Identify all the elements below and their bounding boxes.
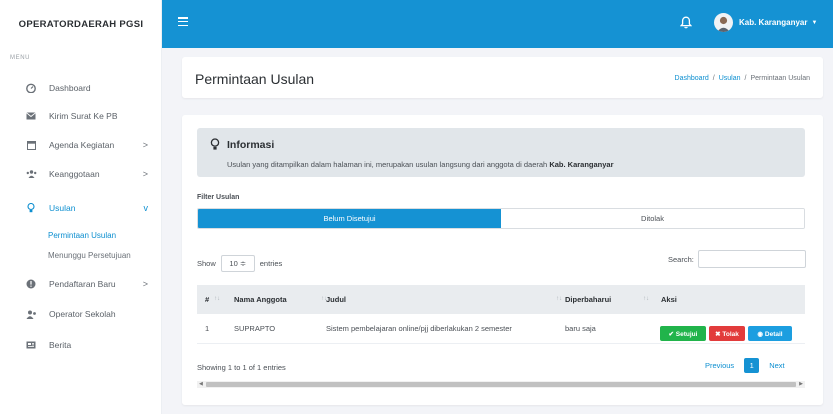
menu-label: MENU [10,55,31,61]
sidebar-item-label: Agenda Kegiatan [49,140,115,150]
table-search: Search: [668,250,806,268]
column-header-nama[interactable]: Nama Anggota [234,295,287,304]
sidebar-item-keanggotaan[interactable]: Keanggotaan > [0,164,162,184]
reject-button[interactable]: ✖ Tolak [709,326,745,341]
scroll-left-icon[interactable]: ◀ [199,381,203,387]
search-input[interactable] [697,250,806,268]
info-circle-icon [25,279,37,289]
chevron-right-icon: > [142,140,148,150]
search-label: Search: [668,254,694,264]
breadcrumb-separator: / [712,75,715,82]
sort-icon: ↑↓ [214,296,220,302]
cell-number: 1 [205,324,210,333]
sidebar-item-label: Dashboard [49,83,91,93]
calendar-icon [25,140,37,150]
lightbulb-icon [210,138,220,151]
user-group-icon [25,310,37,319]
topbar: Kab. Karanganyar ▼ [162,0,833,48]
breadcrumb-dashboard[interactable]: Dashboard [675,75,709,82]
sidebar-item-kirim-surat[interactable]: Kirim Surat Ke PB [0,106,162,126]
column-header-judul[interactable]: Judul [326,295,346,304]
envelope-icon [25,112,37,120]
sidebar-subitem-permintaan-usulan[interactable]: Permintaan Usulan [48,231,116,240]
page-title: Permintaan Usulan [195,71,315,87]
breadcrumb-current: Permintaan Usulan [750,75,810,82]
info-title: Informasi [227,139,275,151]
dashboard-icon [25,83,37,93]
sidebar-item-label: Keanggotaan [49,169,100,179]
user-menu[interactable]: Kab. Karanganyar ▼ [714,13,817,32]
page-header: Permintaan Usulan Dashboard / Usulan / P… [182,57,823,98]
user-name: Kab. Karanganyar [739,18,808,27]
info-alert: Informasi Usulan yang ditampilkan dalam … [197,128,805,177]
sidebar: OPERATORDAERAH PGSI MENU Dashboard Kirim… [0,0,162,414]
scroll-right-icon[interactable]: ▶ [799,381,803,387]
info-text: Usulan yang ditampilkan dalam halaman in… [227,160,614,169]
sort-icon: ↑↓ [556,296,562,302]
caret-down-icon: ▼ [811,19,818,26]
next-page-button[interactable]: Next [763,361,790,370]
detail-button[interactable]: ◉ Detail [748,326,792,341]
lightbulb-icon [25,203,37,213]
tab-ditolak[interactable]: Ditolak [501,209,804,228]
sort-icon: ↑↓ [643,296,649,302]
entries-label: entries [259,259,283,268]
sidebar-item-label: Operator Sekolah [49,309,116,319]
cell-judul: Sistem pembelajaran online/pjj diberlaku… [326,324,512,333]
entries-length-control: Show 10 ≑ entries [197,255,282,272]
main-card: Informasi Usulan yang ditampilkan dalam … [182,115,823,405]
news-icon [25,341,37,349]
column-header-diperbaharui[interactable]: Diperbaharui [565,295,611,304]
scrollbar-thumb[interactable] [206,382,796,387]
sidebar-subitem-menunggu-persetujuan[interactable]: Menunggu Persetujuan [48,251,131,260]
sidebar-item-label: Usulan [49,203,76,213]
chevron-right-icon: > [142,279,148,289]
sidebar-item-berita[interactable]: Berita [0,335,162,355]
users-icon [25,170,37,178]
sidebar-item-usulan[interactable]: Usulan v [0,198,162,218]
cell-diperbaharui: baru saja [565,324,596,333]
sidebar-item-operator-sekolah[interactable]: Operator Sekolah [0,304,162,324]
filter-label: Filter Usulan [197,194,240,201]
chevron-right-icon: > [142,169,148,179]
breadcrumb-separator: / [744,75,747,82]
breadcrumb-usulan[interactable]: Usulan [719,75,741,82]
current-page-button[interactable]: 1 [744,358,760,373]
approve-button[interactable]: ✔ Setujui [660,326,706,341]
sidebar-item-label: Berita [49,340,72,350]
previous-page-button[interactable]: Previous [699,361,740,370]
hamburger-menu-icon[interactable] [178,17,188,27]
show-label: Show [197,259,216,268]
filter-tabs: Belum Disetujui Ditolak [197,208,805,229]
sidebar-item-dashboard[interactable]: Dashboard [0,78,162,98]
pagination: Previous 1 Next [699,358,791,373]
entries-select[interactable]: 10 ≑ [220,255,255,272]
breadcrumb: Dashboard / Usulan / Permintaan Usulan [675,75,810,82]
info-message: Usulan yang ditampilkan dalam halaman in… [227,160,548,169]
horizontal-scrollbar[interactable]: ◀ ▶ [197,381,805,388]
table-header: # ↑↓ Nama Anggota ↑↓ Judul ↑↓ Diperbahar… [197,285,805,314]
column-header-number[interactable]: # [205,295,209,304]
column-header-aksi: Aksi [661,295,677,304]
avatar [714,13,733,32]
tab-belum-disetujui[interactable]: Belum Disetujui [198,209,501,228]
sidebar-item-agenda[interactable]: Agenda Kegiatan > [0,135,162,155]
sidebar-item-label: Kirim Surat Ke PB [49,111,118,121]
chevron-down-icon: v [143,203,149,213]
brand-title: OPERATORDAERAH PGSI [18,18,144,30]
cell-nama: SUPRAPTO [234,324,276,333]
bell-icon[interactable] [679,16,694,30]
sidebar-item-pendaftaran-baru[interactable]: Pendaftaran Baru > [0,274,162,294]
info-region: Kab. Karanganyar [549,160,614,169]
sidebar-item-label: Pendaftaran Baru [49,279,116,289]
table-info: Showing 1 to 1 of 1 entries [197,363,286,372]
